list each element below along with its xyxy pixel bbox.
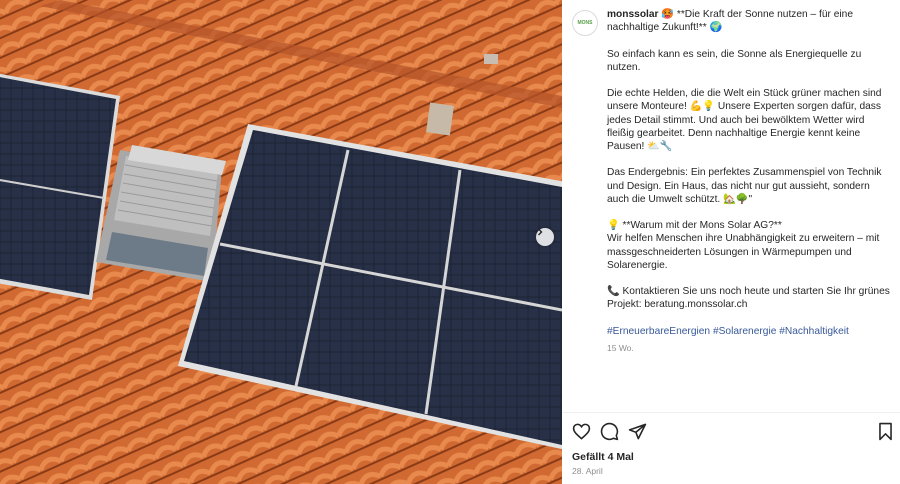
username-link[interactable]: monssolar — [607, 9, 659, 20]
caption-row: MONS monssolar 🥵 **Die Kraft der Sonne n… — [572, 8, 892, 355]
caption-paragraph-3: Die echte Helden, die die Welt ein Stück… — [607, 88, 882, 152]
heart-icon — [572, 423, 591, 440]
roof-hook — [484, 54, 498, 64]
caption-paragraph-5-line-1: 💡 **Warum mit der Mons Solar AG?** — [607, 220, 782, 232]
hashtag-link[interactable]: #Solarenergie — [713, 326, 776, 337]
save-button[interactable] — [877, 422, 894, 446]
hashtag-list: #ErneuerbareEnergien #Solarenergie #Nach… — [607, 325, 892, 338]
caption-paragraph-2: So einfach kann es sein, die Sonne als E… — [607, 48, 862, 73]
avatar-logo-text: MONS — [577, 20, 593, 26]
caption-area: MONS monssolar 🥵 **Die Kraft der Sonne n… — [562, 0, 900, 412]
likes-count[interactable]: Gefällt 4 Mal — [572, 451, 634, 463]
roof-vent — [426, 102, 454, 136]
chevron-right-icon — [538, 228, 543, 236]
paper-plane-icon — [628, 423, 647, 440]
caption-text: monssolar 🥵 **Die Kraft der Sonne nutzen… — [607, 8, 892, 355]
action-bar — [572, 422, 894, 444]
post-media[interactable] — [0, 0, 562, 484]
post-date[interactable]: 28. April — [572, 466, 603, 476]
comment-icon — [600, 422, 619, 441]
bookmark-icon — [879, 422, 892, 441]
solar-roof-photo — [0, 0, 562, 484]
hashtag-link[interactable]: #Nachhaltigkeit — [779, 326, 849, 337]
post-side-panel: MONS monssolar 🥵 **Die Kraft der Sonne n… — [562, 0, 900, 484]
caption-paragraph-5: 💡 **Warum mit der Mons Solar AG?** Wir h… — [607, 219, 892, 272]
divider — [562, 412, 900, 413]
caption-paragraph-6: 📞 Kontaktieren Sie uns noch heute und st… — [607, 286, 890, 311]
like-button[interactable] — [572, 422, 591, 446]
time-ago[interactable]: 15 Wo. — [607, 342, 892, 355]
comment-button[interactable] — [600, 422, 619, 446]
caption-paragraph-5-line-2: Wir helfen Menschen ihre Unabhängigkeit … — [607, 233, 880, 271]
avatar[interactable]: MONS — [572, 10, 598, 36]
share-button[interactable] — [628, 422, 647, 446]
caption-paragraph-4: Das Endergebnis: Ein perfektes Zusammens… — [607, 167, 882, 205]
carousel-next-button[interactable] — [536, 228, 554, 246]
hashtag-link[interactable]: #ErneuerbareEnergien — [607, 326, 710, 337]
